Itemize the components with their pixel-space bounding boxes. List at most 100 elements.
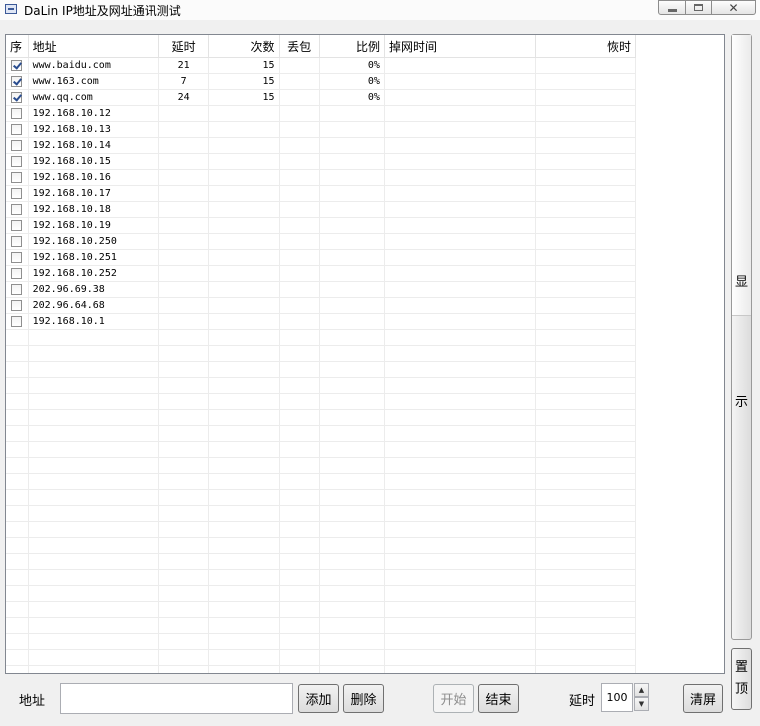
- row-checkbox[interactable]: [11, 252, 22, 263]
- empty-cell: [319, 505, 385, 522]
- empty-cell: [319, 473, 385, 490]
- row-checkbox[interactable]: [11, 268, 22, 279]
- title-bar: DaLin IP地址及网址通讯测试 ✕: [0, 0, 760, 20]
- spin-up-icon[interactable]: ▲: [634, 683, 649, 697]
- maximize-button[interactable]: [686, 0, 712, 15]
- table-row[interactable]: 192.168.10.251: [6, 249, 637, 266]
- table-row[interactable]: 192.168.10.15: [6, 153, 637, 170]
- empty-cell: [279, 473, 320, 490]
- column-header-seq[interactable]: 序: [6, 35, 29, 58]
- delay-label: 延时: [569, 694, 596, 709]
- column-header-down-time[interactable]: 掉网时间: [384, 35, 536, 58]
- pin-top-button[interactable]: 置 顶: [731, 648, 752, 710]
- empty-cell: [208, 569, 280, 586]
- end-button[interactable]: 结束: [478, 684, 519, 713]
- empty-cell: [384, 425, 536, 442]
- cell-ratio: [319, 201, 385, 218]
- empty-cell: [158, 409, 210, 426]
- empty-cell: [158, 457, 210, 474]
- row-checkbox[interactable]: [11, 236, 22, 247]
- empty-cell: [319, 633, 385, 650]
- table-row[interactable]: 192.168.10.14: [6, 137, 637, 154]
- empty-cell: [384, 569, 536, 586]
- add-button[interactable]: 添加: [298, 684, 339, 713]
- row-checkbox[interactable]: [11, 188, 22, 199]
- empty-cell: [535, 409, 637, 426]
- table-row[interactable]: 192.168.10.12: [6, 105, 637, 122]
- column-header-address[interactable]: 地址: [28, 35, 160, 58]
- table-row[interactable]: 192.168.10.17: [6, 185, 637, 202]
- cell-ratio: 0%: [319, 73, 385, 90]
- cell-count: [208, 313, 280, 330]
- empty-cell: [384, 505, 536, 522]
- cell-address: 192.168.10.1: [28, 313, 160, 330]
- table-row[interactable]: www.qq.com 24 15 0%: [6, 89, 637, 106]
- empty-row: [6, 649, 637, 666]
- clear-button[interactable]: 清屏: [683, 684, 723, 713]
- row-checkbox[interactable]: [11, 92, 22, 103]
- table-row[interactable]: 202.96.64.68: [6, 297, 637, 314]
- empty-cell: [319, 521, 385, 538]
- row-checkbox[interactable]: [11, 284, 22, 295]
- show-toggle-button[interactable]: 显 示: [731, 34, 752, 640]
- delay-input[interactable]: 100: [601, 683, 633, 712]
- address-input[interactable]: [60, 683, 293, 714]
- empty-cell: [158, 473, 210, 490]
- cell-address: 192.168.10.13: [28, 121, 160, 138]
- row-checkbox[interactable]: [11, 108, 22, 119]
- empty-cell: [319, 377, 385, 394]
- spin-down-icon[interactable]: ▼: [634, 697, 649, 711]
- row-checkbox[interactable]: [11, 124, 22, 135]
- column-header-recover-time[interactable]: 恢时: [535, 35, 637, 58]
- cell-ratio: [319, 233, 385, 250]
- empty-row: [6, 617, 637, 634]
- cell-loss: [279, 57, 320, 74]
- row-checkbox[interactable]: [11, 220, 22, 231]
- cell-select: [6, 233, 29, 250]
- row-checkbox[interactable]: [11, 140, 22, 151]
- column-header-loss[interactable]: 丢包: [279, 35, 320, 58]
- address-grid[interactable]: 序 地址 延时 次数 丢包 比例 掉网时间 恢时 www.baidu.com 21…: [5, 34, 725, 674]
- empty-cell: [6, 409, 29, 426]
- cell-select: [6, 201, 29, 218]
- empty-row: [6, 441, 637, 458]
- table-row[interactable]: 202.96.69.38: [6, 281, 637, 298]
- table-row[interactable]: 192.168.10.252: [6, 265, 637, 282]
- minimize-button[interactable]: [658, 0, 686, 15]
- table-row[interactable]: www.163.com 7 15 0%: [6, 73, 637, 90]
- row-checkbox[interactable]: [11, 172, 22, 183]
- cell-recover-time: [535, 137, 637, 154]
- row-checkbox[interactable]: [11, 316, 22, 327]
- empty-cell: [279, 601, 320, 618]
- row-checkbox[interactable]: [11, 76, 22, 87]
- table-row[interactable]: 192.168.10.13: [6, 121, 637, 138]
- column-header-ratio[interactable]: 比例: [319, 35, 385, 58]
- table-row[interactable]: 192.168.10.1: [6, 313, 637, 330]
- empty-cell: [6, 617, 29, 634]
- row-checkbox[interactable]: [11, 156, 22, 167]
- table-row[interactable]: 192.168.10.16: [6, 169, 637, 186]
- table-row[interactable]: 192.168.10.250: [6, 233, 637, 250]
- cell-down-time: [384, 153, 536, 170]
- table-row[interactable]: 192.168.10.19: [6, 217, 637, 234]
- cell-count: [208, 233, 280, 250]
- empty-cell: [28, 457, 160, 474]
- empty-cell: [6, 537, 29, 554]
- empty-cell: [279, 505, 320, 522]
- empty-cell: [279, 537, 320, 554]
- cell-count: [208, 297, 280, 314]
- row-checkbox[interactable]: [11, 60, 22, 71]
- close-button[interactable]: ✕: [712, 0, 756, 15]
- column-header-count[interactable]: 次数: [208, 35, 280, 58]
- start-button[interactable]: 开始: [433, 684, 474, 713]
- empty-cell: [279, 633, 320, 650]
- delete-button[interactable]: 删除: [343, 684, 384, 713]
- table-row[interactable]: 192.168.10.18: [6, 201, 637, 218]
- empty-cell: [158, 489, 210, 506]
- row-checkbox[interactable]: [11, 300, 22, 311]
- row-checkbox[interactable]: [11, 204, 22, 215]
- cell-ratio: [319, 169, 385, 186]
- empty-cell: [535, 633, 637, 650]
- table-row[interactable]: www.baidu.com 21 15 0%: [6, 57, 637, 74]
- column-header-delay[interactable]: 延时: [158, 35, 210, 58]
